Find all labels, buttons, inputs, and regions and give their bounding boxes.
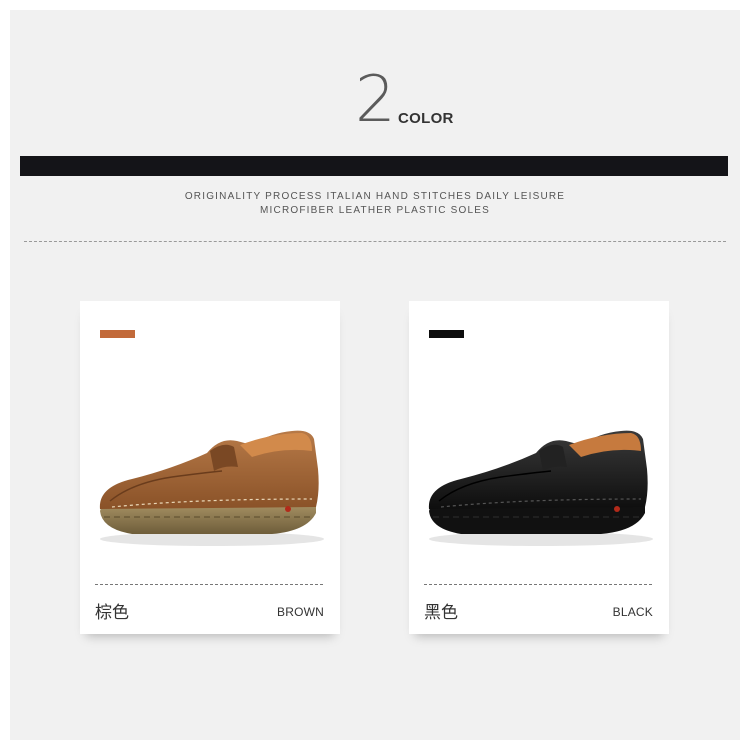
product-description: ORIGINALITY PROCESS ITALIAN HAND STITCHE… — [10, 190, 740, 218]
black-swatch — [429, 330, 464, 338]
black-name-cn: 黑色 — [424, 603, 458, 623]
description-line-1: ORIGINALITY PROCESS ITALIAN HAND STITCHE… — [184, 191, 566, 202]
black-name-en: BLACK — [612, 605, 653, 619]
product-color-section: 2 COLOR ORIGINALITY PROCESS ITALIAN HAND… — [10, 10, 740, 740]
brown-shoe-image — [99, 430, 324, 546]
black-shoe-image — [428, 430, 653, 546]
section-title: 2 COLOR — [10, 68, 740, 138]
brown-card-divider — [95, 584, 323, 585]
color-option-black[interactable]: 黑色 BLACK — [409, 301, 669, 634]
black-card-divider — [424, 584, 652, 585]
brown-name-cn: 棕色 — [95, 603, 129, 623]
color-heading: COLOR — [398, 110, 454, 127]
brown-name-en: BROWN — [277, 605, 324, 619]
color-option-brown[interactable]: 棕色 BROWN — [80, 301, 340, 634]
color-count-number: 2 — [355, 63, 396, 137]
description-line-2: MICROFIBER LEATHER PLASTIC SOLES — [260, 205, 490, 216]
section-divider — [24, 241, 726, 242]
brown-swatch — [100, 330, 135, 338]
header-divider-bar — [20, 156, 728, 176]
